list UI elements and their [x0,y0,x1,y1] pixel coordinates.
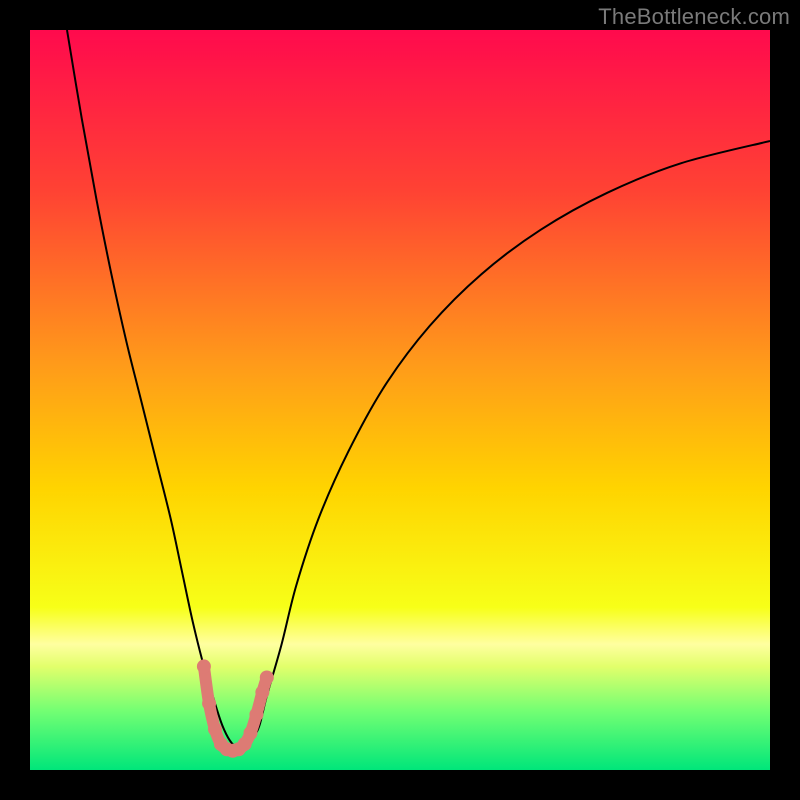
chart-frame: TheBottleneck.com [0,0,800,800]
watermark-text: TheBottleneck.com [598,4,790,30]
plot-area [30,30,770,770]
plot-svg [30,30,770,770]
